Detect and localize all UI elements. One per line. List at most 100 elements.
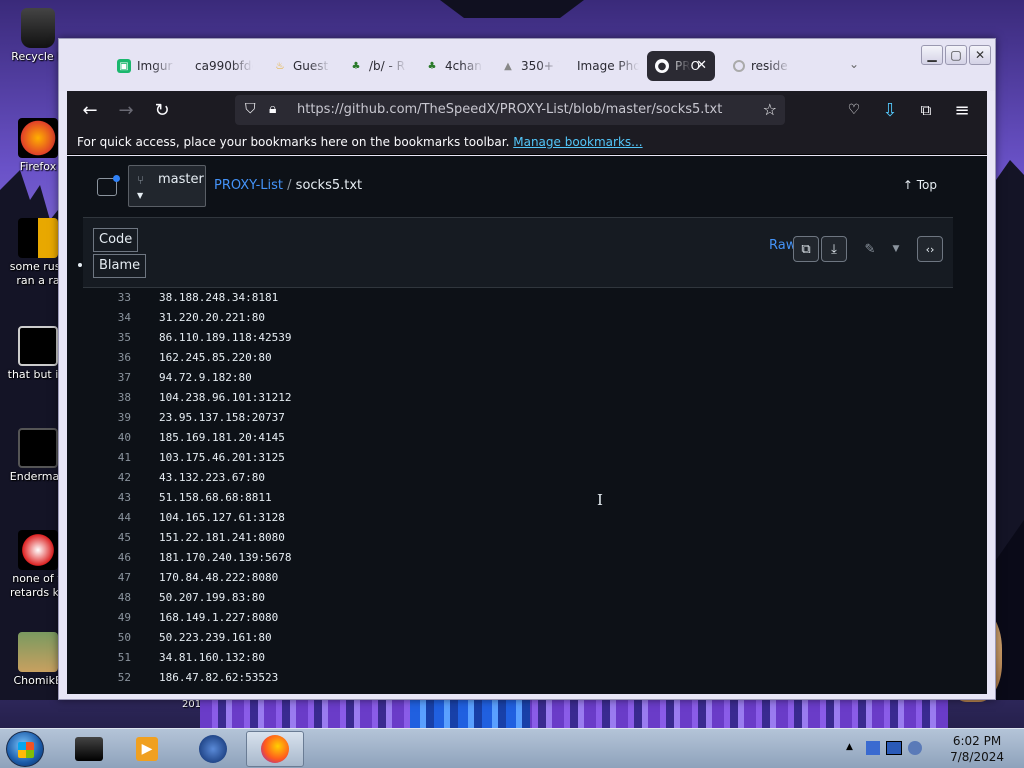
- downloads-icon[interactable]: ⇩: [877, 97, 903, 123]
- show-hidden-icons-icon[interactable]: ▲: [846, 742, 853, 752]
- line-number[interactable]: 39: [83, 408, 131, 428]
- top-button[interactable]: ↑ Top: [903, 178, 937, 192]
- tray-icon-1[interactable]: [866, 741, 880, 755]
- imgur-icon: ▣: [117, 59, 131, 73]
- symbols-icon[interactable]: ‹›: [917, 236, 943, 262]
- tab-image-pho[interactable]: Image Pho: [573, 51, 639, 81]
- line-number[interactable]: 51: [83, 648, 131, 668]
- forward-icon[interactable]: →: [113, 97, 139, 123]
- code-line: 43 51.158.68.68:8811: [83, 488, 953, 508]
- branch-selector[interactable]: ⑂ master ▼: [128, 165, 206, 207]
- recycle-bin-icon: [21, 8, 55, 48]
- taskbar-browser-globe[interactable]: [184, 731, 242, 767]
- line-number[interactable]: 34: [83, 308, 131, 328]
- tab-github-proxy-list[interactable]: ● PRO ✕: [647, 51, 715, 81]
- list-all-tabs-icon[interactable]: ⌄: [849, 57, 859, 71]
- line-number[interactable]: 35: [83, 328, 131, 348]
- image-file-icon: [18, 218, 58, 258]
- code-line: 38 104.238.96.101:31212: [83, 388, 953, 408]
- clock-time: 6:02 PM: [952, 734, 1002, 748]
- manage-bookmarks-link[interactable]: Manage bookmarks...: [513, 135, 642, 149]
- window-controls: ▁ ▢ ✕: [921, 45, 991, 65]
- line-number[interactable]: 45: [83, 528, 131, 548]
- volume-icon[interactable]: [908, 741, 922, 755]
- line-number[interactable]: 42: [83, 468, 131, 488]
- line-number[interactable]: 41: [83, 448, 131, 468]
- sidebar-toggle-icon[interactable]: [97, 175, 120, 196]
- lock-icon[interactable]: 🔒︎: [269, 101, 276, 117]
- repo-link[interactable]: PROXY-List: [214, 178, 283, 193]
- bookmark-star-icon[interactable]: ☆: [763, 100, 777, 119]
- line-number[interactable]: 43: [83, 488, 131, 508]
- close-tab-icon[interactable]: ✕: [696, 58, 707, 73]
- line-number[interactable]: 49: [83, 608, 131, 628]
- line-number[interactable]: 52: [83, 668, 131, 688]
- back-icon[interactable]: ←: [77, 97, 103, 123]
- line-number[interactable]: 33: [83, 288, 131, 308]
- code-line: 33 38.188.248.34:8181: [83, 288, 953, 308]
- branch-name: master: [158, 172, 204, 187]
- line-content: 151.22.181.241:8080: [159, 531, 285, 544]
- tab-imgur[interactable]: ▣ Imgur: [113, 51, 175, 81]
- line-content: 43.132.223.67:80: [159, 471, 265, 484]
- line-content: 186.47.82.62:53523: [159, 671, 279, 684]
- edit-pencil-icon[interactable]: ✎: [857, 236, 883, 262]
- line-content: 23.95.137.158:20737: [159, 411, 285, 424]
- tab-350[interactable]: ▲ 350+ T: [497, 51, 559, 81]
- wallpaper-strip: [200, 700, 948, 728]
- reload-icon[interactable]: ↻: [149, 97, 175, 123]
- pocket-icon[interactable]: ♡: [841, 97, 867, 123]
- bookmarks-toolbar: For quick access, place your bookmarks h…: [67, 129, 987, 155]
- flame-icon: ♨: [275, 60, 285, 72]
- shield-icon[interactable]: ⛉: [245, 101, 256, 117]
- line-number[interactable]: 36: [83, 348, 131, 368]
- line-number[interactable]: 48: [83, 588, 131, 608]
- tab-ca990bfde[interactable]: ca990bfde: [191, 51, 253, 81]
- taskbar-firefox[interactable]: [246, 731, 304, 767]
- maximize-button[interactable]: ▢: [945, 45, 967, 65]
- line-number[interactable]: 50: [83, 628, 131, 648]
- download-icon[interactable]: ⤓: [821, 236, 847, 262]
- line-content: 38.188.248.34:8181: [159, 291, 279, 304]
- navigation-toolbar: ← → ↻ ⛉ 🔒︎ https://github.com/TheSpeedX/…: [67, 91, 987, 129]
- line-number[interactable]: 37: [83, 368, 131, 388]
- line-content: 103.175.46.201:3125: [159, 451, 285, 464]
- url-bar[interactable]: ⛉ 🔒︎ https://github.com/TheSpeedX/PROXY-…: [235, 95, 785, 125]
- line-content: 51.158.68.68:8811: [159, 491, 272, 504]
- code-line: 45 151.22.181.241:8080: [83, 528, 953, 548]
- file-name: socks5.txt: [295, 178, 363, 193]
- line-number[interactable]: 40: [83, 428, 131, 448]
- tab-4chan[interactable]: ♣ 4chan: [421, 51, 483, 81]
- minimize-button[interactable]: ▁: [921, 45, 943, 65]
- blame-tab-button[interactable]: Blame: [93, 254, 147, 278]
- code-line: 41 103.175.46.201:3125: [83, 448, 953, 468]
- triangle-icon: ▲: [504, 60, 512, 72]
- start-button[interactable]: [6, 731, 44, 767]
- bookmarks-hint: For quick access, place your bookmarks h…: [77, 135, 510, 149]
- line-number[interactable]: 47: [83, 568, 131, 588]
- line-content: 168.149.1.227:8080: [159, 611, 279, 624]
- network-icon[interactable]: [886, 741, 902, 755]
- taskbar-media-player[interactable]: ▶: [118, 731, 176, 767]
- line-number[interactable]: 46: [83, 548, 131, 568]
- edit-dropdown-icon[interactable]: ▼: [883, 236, 909, 262]
- url-text[interactable]: https://github.com/TheSpeedX/PROXY-List/…: [297, 102, 722, 117]
- copy-icon[interactable]: ⧉: [793, 236, 819, 262]
- taskbar-app-1[interactable]: [60, 731, 118, 767]
- line-number[interactable]: 44: [83, 508, 131, 528]
- line-content: 50.207.199.83:80: [159, 591, 265, 604]
- tab-reside[interactable]: reside: [729, 51, 791, 81]
- code-line: 49 168.149.1.227:8080: [83, 608, 953, 628]
- tab-b[interactable]: ♣ /b/ - R: [345, 51, 407, 81]
- bullet-dot: [78, 263, 82, 267]
- close-button[interactable]: ✕: [969, 45, 991, 65]
- code-tab-button[interactable]: Code: [93, 228, 139, 252]
- line-number[interactable]: 38: [83, 388, 131, 408]
- clock[interactable]: 6:02 PM 7/8/2024: [950, 733, 1004, 765]
- tab-guest[interactable]: ♨ Guest: [269, 51, 331, 81]
- line-content: 170.84.48.222:8080: [159, 571, 279, 584]
- media-file-icon: [18, 530, 58, 570]
- media-player-icon: ▶: [136, 737, 158, 761]
- menu-icon[interactable]: ≡: [949, 97, 975, 123]
- extensions-icon[interactable]: ⧉: [913, 97, 939, 123]
